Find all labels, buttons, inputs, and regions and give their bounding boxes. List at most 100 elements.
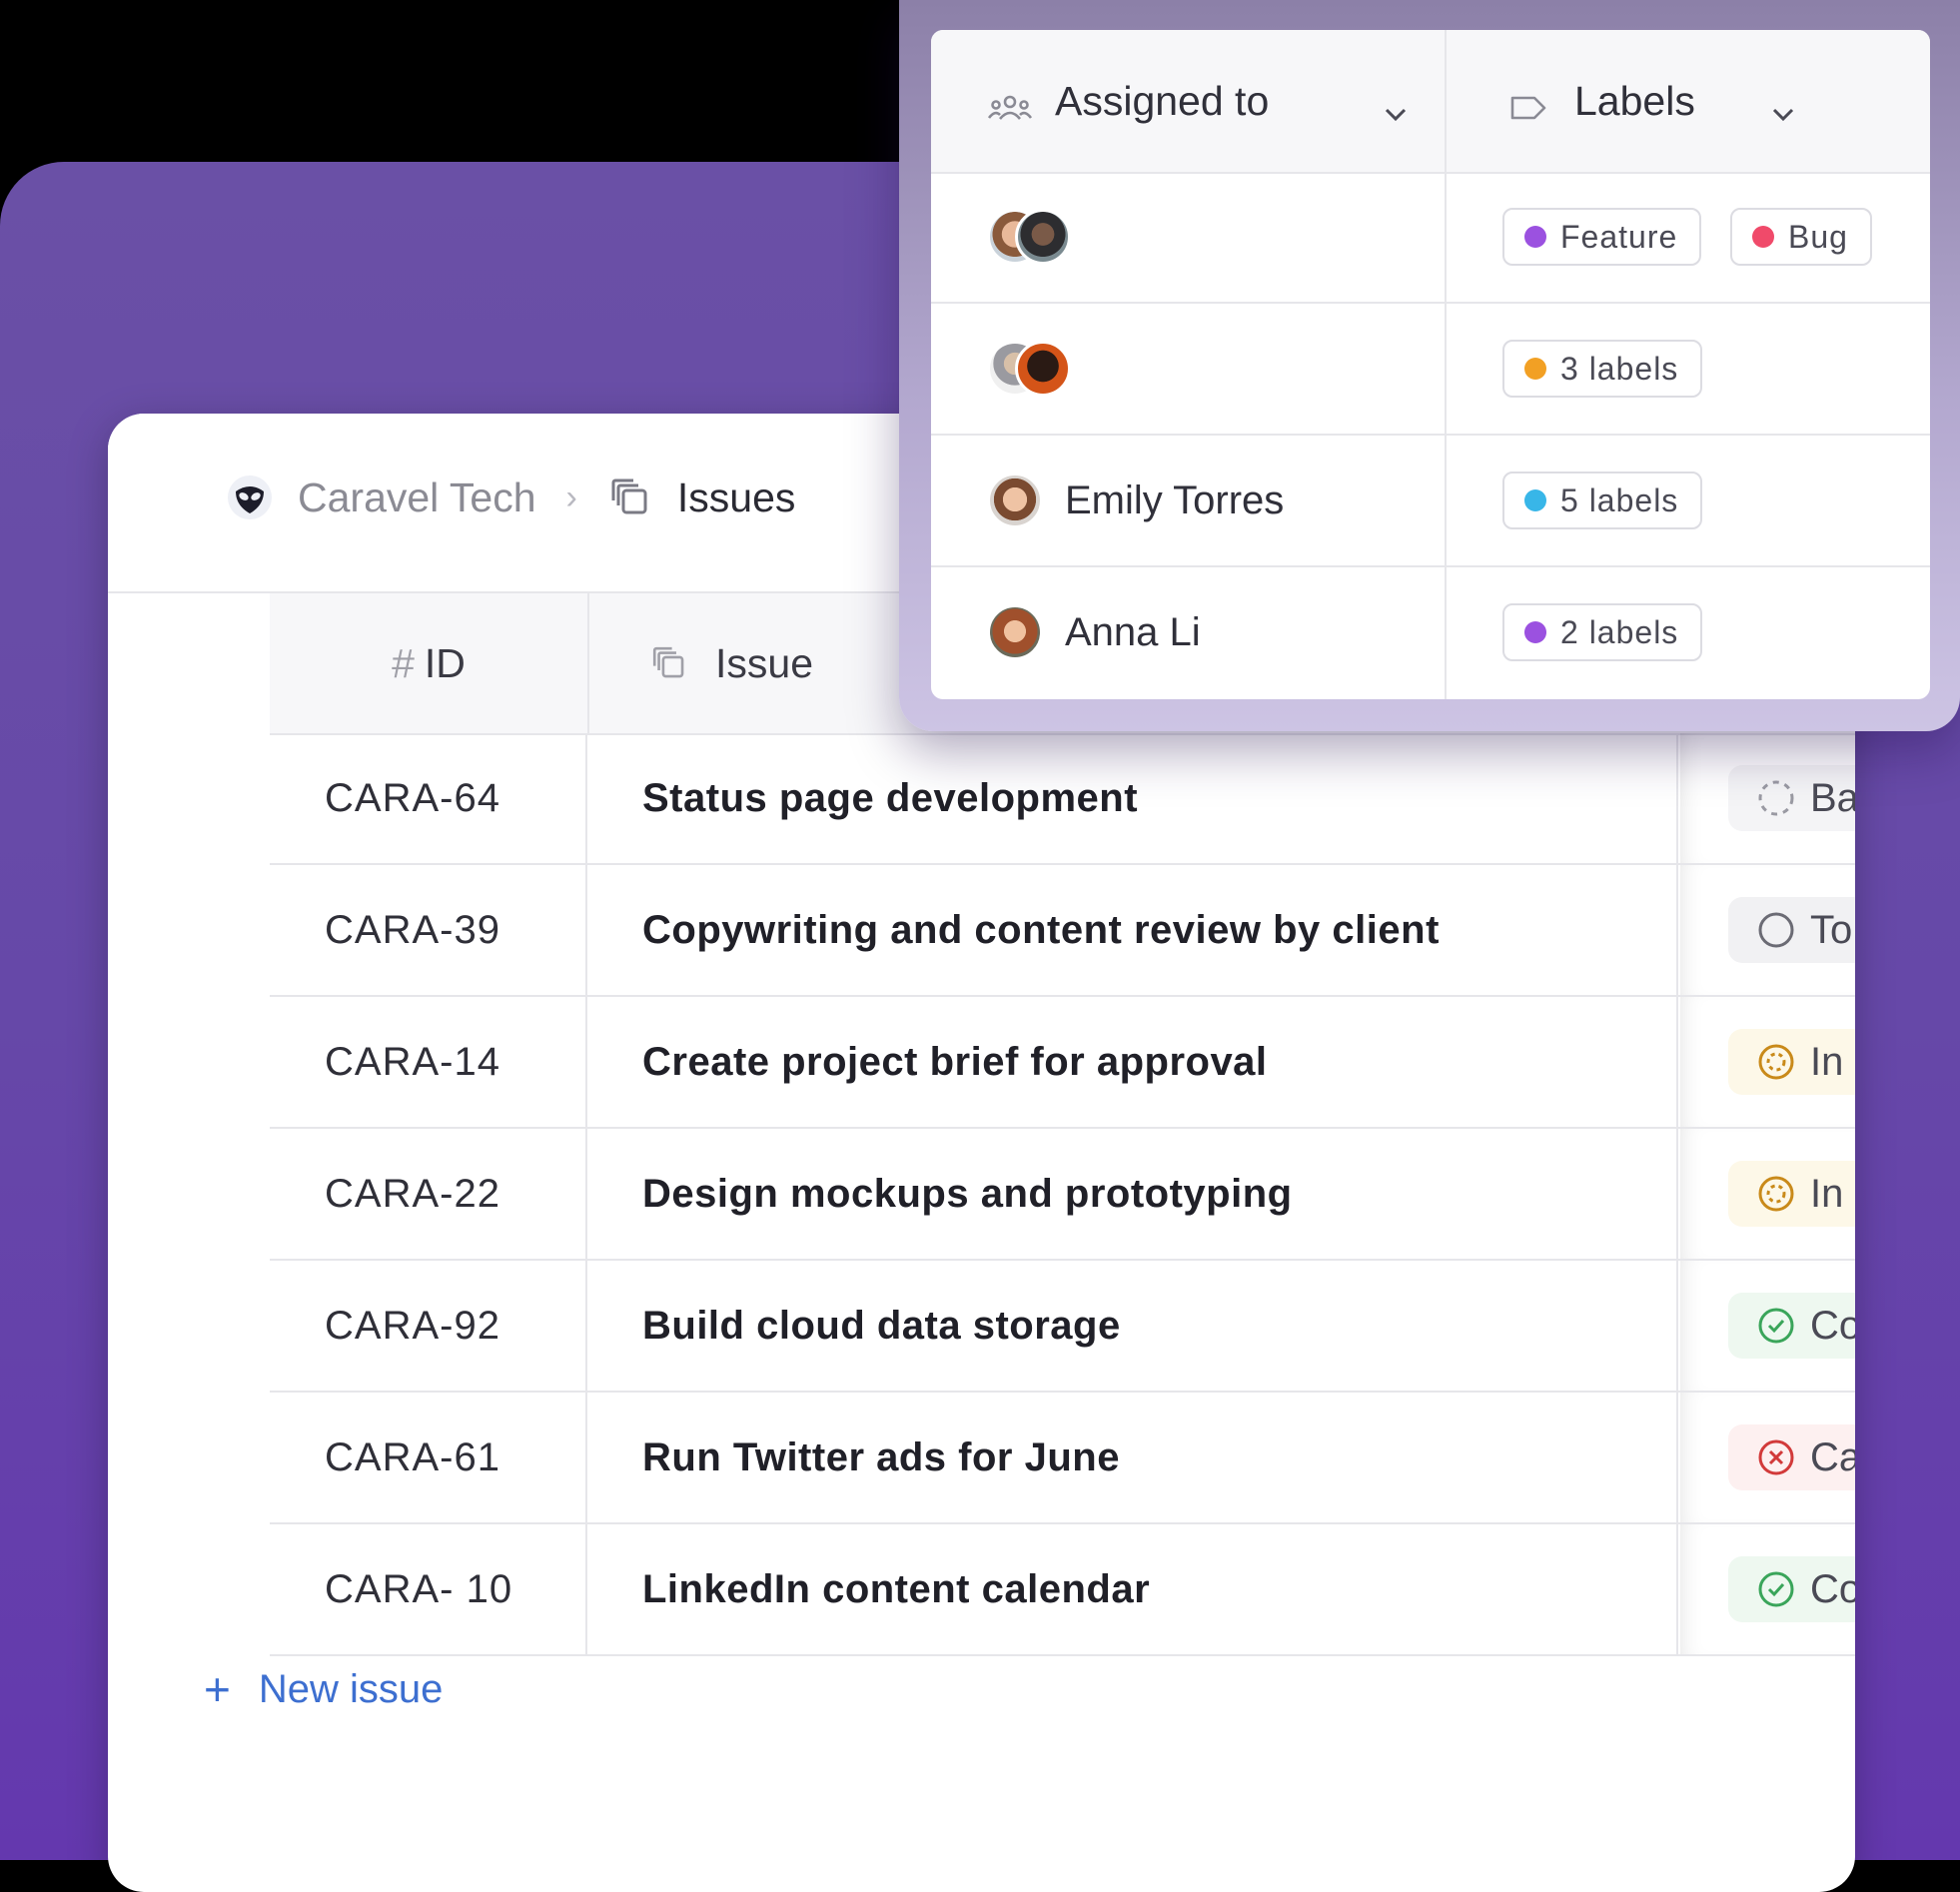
label-color-dot xyxy=(1524,621,1546,643)
chevron-down-icon xyxy=(1770,88,1796,135)
status-cell: Ba xyxy=(1680,733,1855,863)
todo-circle-icon xyxy=(1756,910,1810,950)
backlog-dashed-circle-icon xyxy=(1756,778,1810,818)
label-text: 2 labels xyxy=(1560,613,1679,650)
labels-dropdown[interactable]: Labels xyxy=(1508,30,1908,172)
assignee-name: Anna Li xyxy=(1065,609,1201,654)
panel-row[interactable]: 3 labels xyxy=(931,304,1930,436)
status-cell: Co xyxy=(1680,1261,1855,1391)
status-badge[interactable]: In xyxy=(1728,1029,1855,1095)
label-color-dot xyxy=(1524,226,1546,248)
label-chip[interactable]: 5 labels xyxy=(1502,472,1703,529)
label-chip[interactable]: 3 labels xyxy=(1502,340,1703,398)
plus-icon: + xyxy=(204,1663,231,1715)
column-header-issue[interactable]: Issue xyxy=(589,593,813,733)
status-badge[interactable]: To xyxy=(1728,897,1855,963)
panel-row[interactable]: Anna Li 2 labels xyxy=(931,567,1930,697)
assignee-cell[interactable]: Anna Li xyxy=(987,567,1201,697)
issue-id: CARA-22 xyxy=(270,1129,587,1259)
panel-header: Assigned to Labels xyxy=(931,30,1930,174)
issue-id: CARA-61 xyxy=(270,1393,587,1522)
table-row[interactable]: CARA-64 Status page development Ba xyxy=(270,733,1855,865)
chevron-down-icon xyxy=(1383,88,1409,135)
issue-title[interactable]: Run Twitter ads for June xyxy=(589,1393,1678,1522)
table-row[interactable]: CARA-14 Create project brief for approval… xyxy=(270,997,1855,1129)
label-color-dot xyxy=(1524,358,1546,380)
assignee-labels-panel: Assigned to Labels Feature Bug 3 labels … xyxy=(931,30,1930,699)
label-chip[interactable]: 2 labels xyxy=(1502,603,1703,661)
issue-title[interactable]: Build cloud data storage xyxy=(589,1261,1678,1391)
status-cell: Ca xyxy=(1680,1393,1855,1522)
breadcrumb-workspace[interactable]: Caravel Tech xyxy=(298,474,536,521)
avatar xyxy=(987,473,1043,528)
breadcrumb-current[interactable]: Issues xyxy=(677,474,796,521)
table-row[interactable]: CARA-22 Design mockups and prototyping In xyxy=(270,1129,1855,1261)
status-badge[interactable]: Ba xyxy=(1728,765,1855,831)
people-group-icon xyxy=(987,86,1033,120)
issue-title[interactable]: Create project brief for approval xyxy=(589,997,1678,1127)
label-text: Bug xyxy=(1788,218,1848,255)
label-color-dot xyxy=(1524,489,1546,511)
status-label: In xyxy=(1810,1039,1844,1084)
completed-check-circle-icon xyxy=(1756,1569,1810,1609)
issue-title[interactable]: Status page development xyxy=(589,733,1678,863)
issue-id: CARA-64 xyxy=(270,733,587,863)
issue-id: CARA-92 xyxy=(270,1261,587,1391)
assignee-name: Emily Torres xyxy=(1065,477,1285,522)
issue-rows: CARA-64 Status page development Ba CARA-39 C… xyxy=(270,733,1855,1656)
status-label: Co xyxy=(1810,1566,1855,1611)
tag-icon xyxy=(1508,86,1548,120)
column-header-id[interactable]: # ID xyxy=(270,593,589,733)
canceled-x-circle-icon xyxy=(1756,1437,1810,1477)
issue-title[interactable]: Copywriting and content review by client xyxy=(589,865,1678,995)
issue-id: CARA-39 xyxy=(270,865,587,995)
label-chip[interactable]: Bug xyxy=(1730,208,1872,266)
panel-row[interactable]: Emily Torres 5 labels xyxy=(931,436,1930,567)
new-issue-button[interactable]: + New issue xyxy=(204,1662,443,1716)
assignee-cell[interactable] xyxy=(987,172,1089,302)
avatar xyxy=(987,604,1043,660)
status-cell: In xyxy=(1680,1129,1855,1259)
table-row[interactable]: CARA-39 Copywriting and content review by… xyxy=(270,865,1855,997)
in-progress-circle-icon xyxy=(1756,1042,1810,1082)
avatar-group xyxy=(987,341,1071,397)
assignee-labels-popover: Assigned to Labels Feature Bug 3 labels … xyxy=(899,0,1960,731)
status-badge[interactable]: In xyxy=(1728,1161,1855,1227)
avatar-group xyxy=(987,209,1071,265)
status-badge[interactable]: Co xyxy=(1728,1293,1855,1359)
completed-check-circle-icon xyxy=(1756,1306,1810,1346)
assigned-to-dropdown[interactable]: Assigned to xyxy=(987,30,1407,172)
panel-row[interactable]: Feature Bug xyxy=(931,172,1930,304)
table-row[interactable]: CARA-61 Run Twitter ads for June Ca xyxy=(270,1393,1855,1524)
status-label: To xyxy=(1810,907,1853,952)
chevron-right-icon: › xyxy=(565,477,577,516)
label-text: 3 labels xyxy=(1560,350,1679,387)
status-badge[interactable]: Co xyxy=(1728,1556,1855,1622)
label-chip[interactable]: Feature xyxy=(1502,208,1702,266)
assignee-cell[interactable] xyxy=(987,304,1089,434)
hash-icon: # xyxy=(392,639,415,686)
status-cell: In xyxy=(1680,997,1855,1127)
status-label: Ca xyxy=(1810,1434,1855,1479)
assignee-cell[interactable]: Emily Torres xyxy=(987,436,1284,565)
column-header-issue-label: Issue xyxy=(715,639,813,686)
label-text: Feature xyxy=(1560,218,1678,255)
labels-label: Labels xyxy=(1574,77,1695,124)
issue-title[interactable]: LinkedIn content calendar xyxy=(589,1524,1678,1654)
status-badge[interactable]: Ca xyxy=(1728,1424,1855,1490)
avatar xyxy=(1015,341,1071,397)
status-label: Co xyxy=(1810,1303,1855,1348)
label-text: 5 labels xyxy=(1560,481,1679,518)
in-progress-circle-icon xyxy=(1756,1174,1810,1214)
assigned-to-label: Assigned to xyxy=(1055,77,1270,124)
status-cell: Co xyxy=(1680,1524,1855,1654)
status-cell: To xyxy=(1680,865,1855,995)
avatar xyxy=(1015,209,1071,265)
column-header-id-label: ID xyxy=(424,639,466,686)
new-issue-label: New issue xyxy=(258,1666,444,1711)
label-color-dot xyxy=(1752,226,1774,248)
table-row[interactable]: CARA-92 Build cloud data storage Co xyxy=(270,1261,1855,1393)
table-row[interactable]: CARA- 10 LinkedIn content calendar Co xyxy=(270,1524,1855,1656)
issue-title[interactable]: Design mockups and prototyping xyxy=(589,1129,1678,1259)
breadcrumb: Caravel Tech › Issues xyxy=(226,473,795,521)
